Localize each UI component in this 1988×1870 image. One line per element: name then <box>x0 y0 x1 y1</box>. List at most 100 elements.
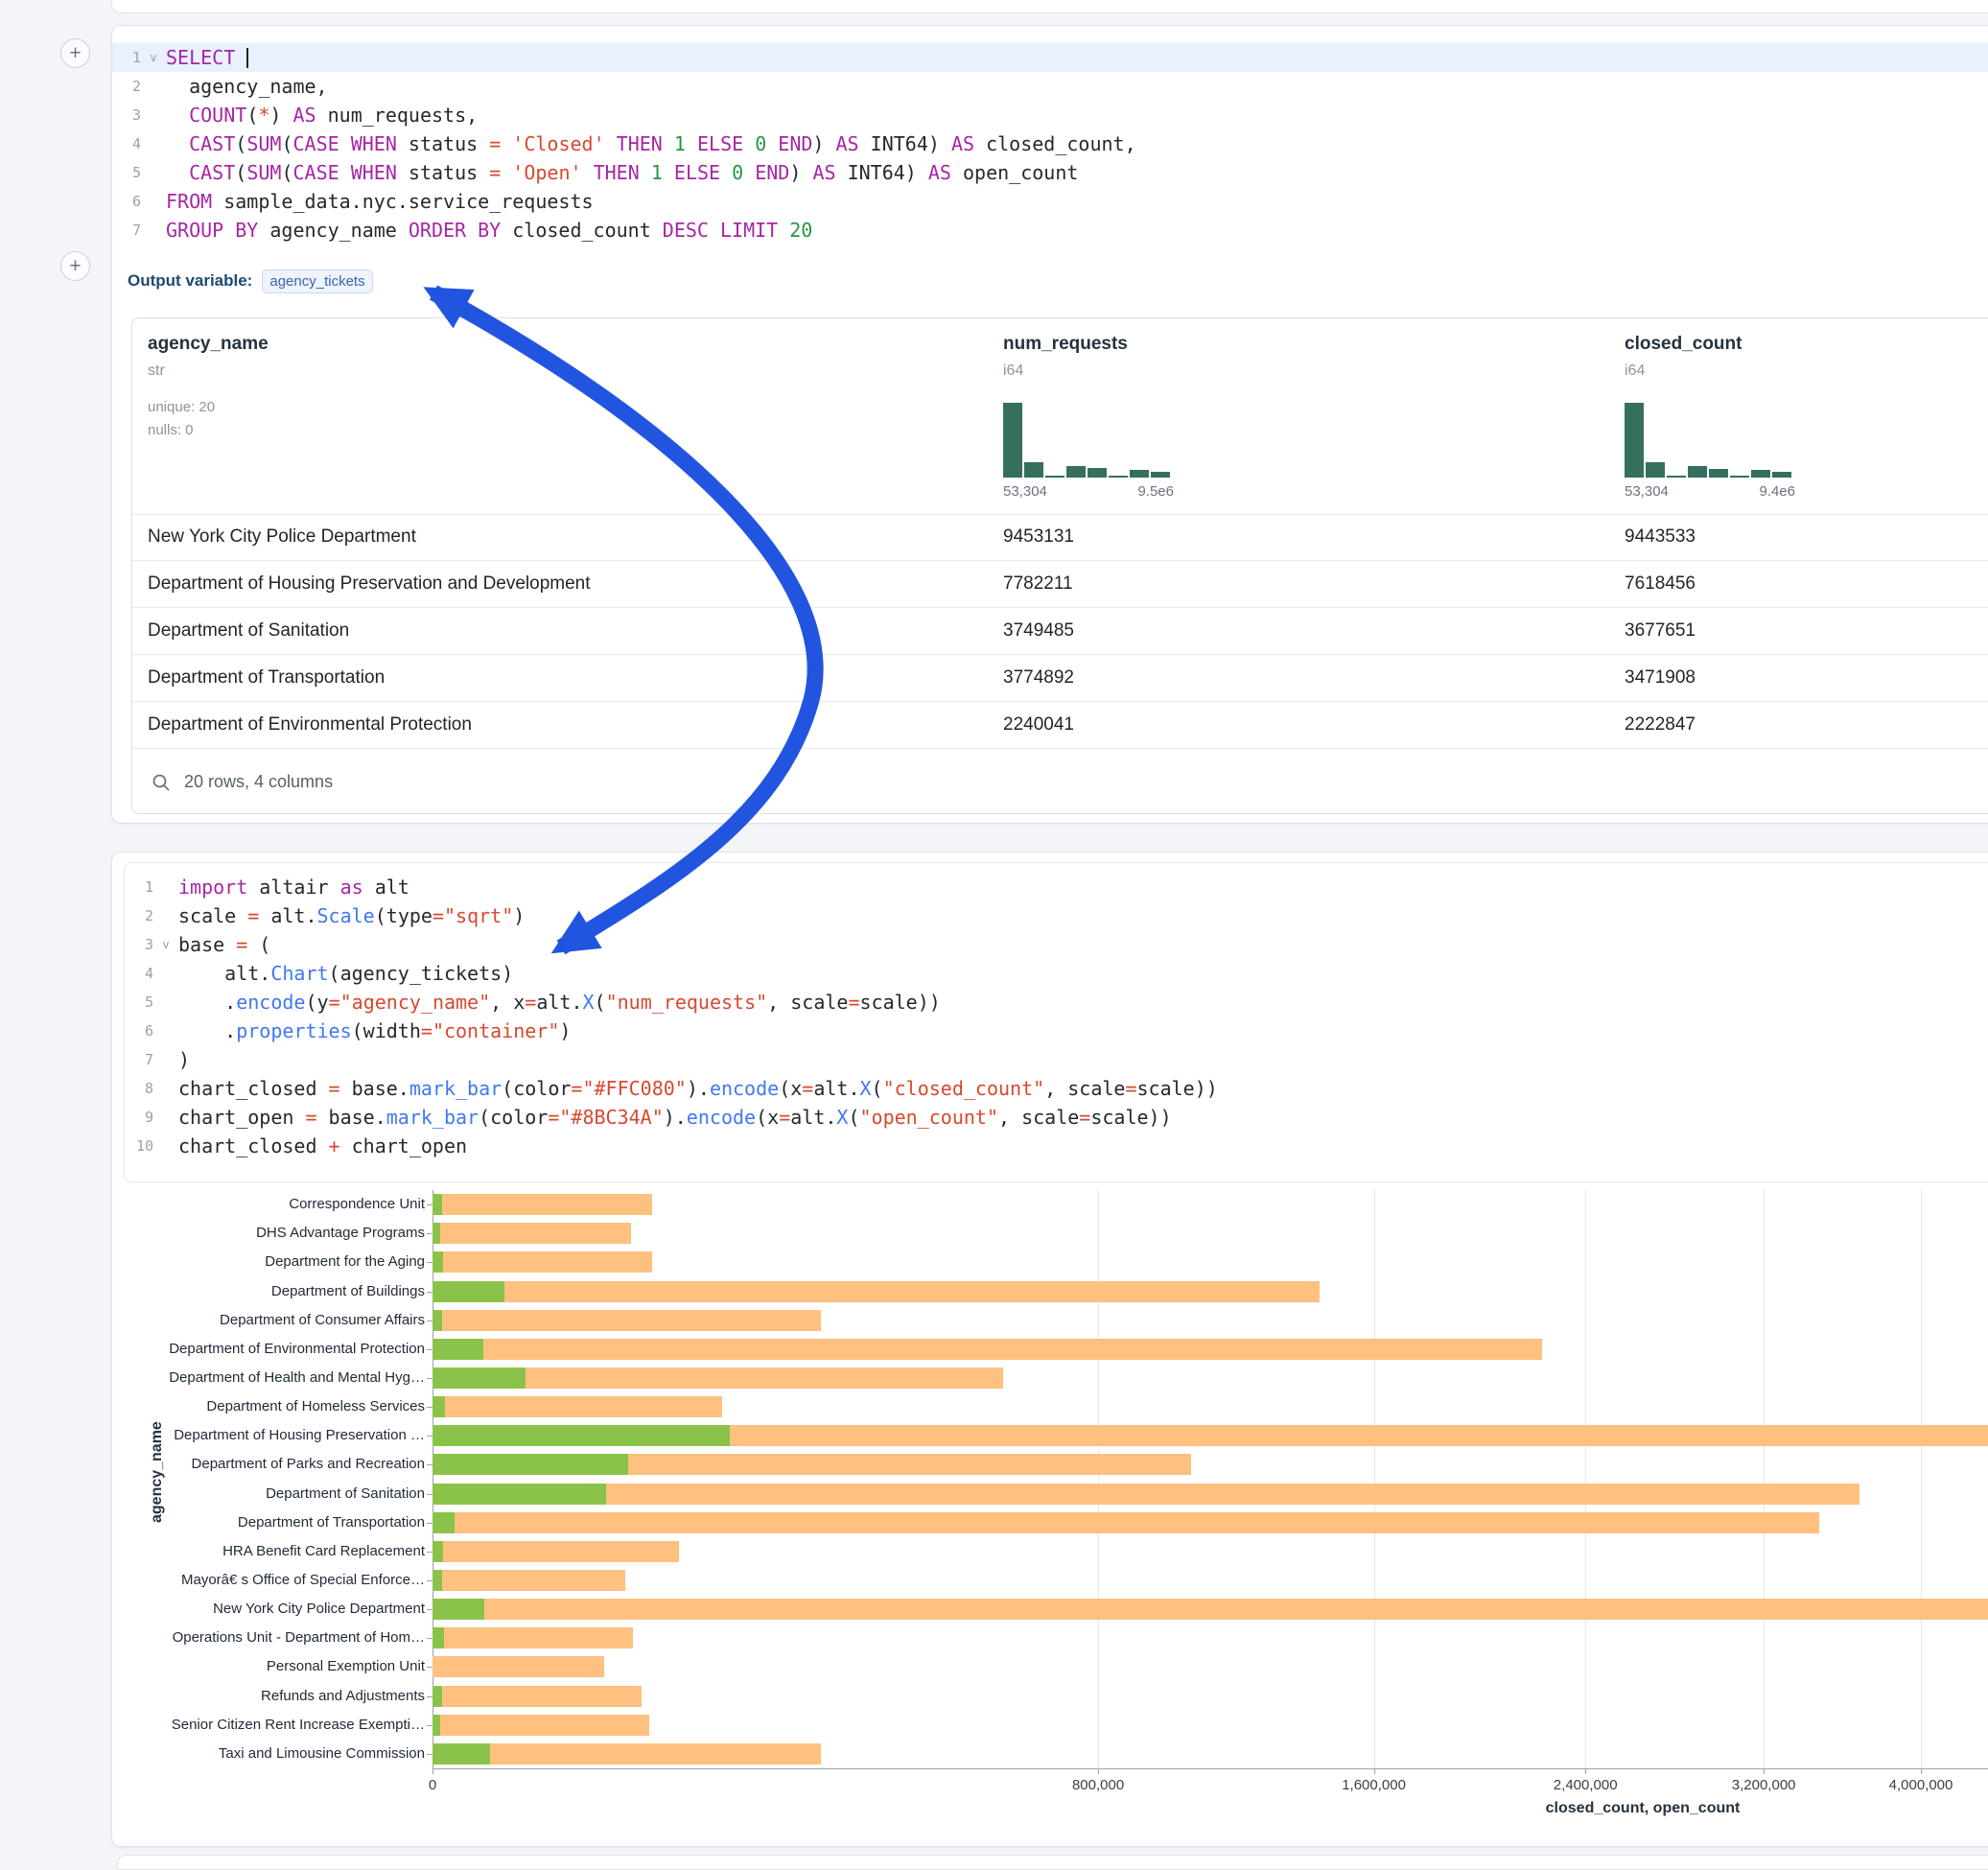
table-cell: 3677651 <box>1625 620 1696 642</box>
histogram-bar <box>1024 462 1043 478</box>
output-variable-row: Output variable: agency_tickets <box>128 268 373 294</box>
code-text: CAST(SUM(CASE WHEN status = 'Open' THEN … <box>166 158 1078 187</box>
column-name: closed_count <box>1625 334 1742 355</box>
histogram-bar <box>1003 403 1022 478</box>
fold-spacer <box>141 101 166 129</box>
table-footer: 20 rows, 4 columns <box>132 751 1988 813</box>
python-cell: 1import altair as alt2 scale = alt.Scale(… <box>111 852 1988 1847</box>
y-category-label: Department for the Aging <box>112 1253 425 1270</box>
add-cell-button[interactable]: + <box>60 251 90 281</box>
previous-cell-edge <box>111 0 1988 13</box>
bar-closed <box>433 1339 1542 1360</box>
table-cell: 3749485 <box>1003 620 1074 642</box>
bar-open <box>433 1484 606 1505</box>
fold-spacer <box>141 129 166 158</box>
code-text: scale = alt.Scale(type="sqrt") <box>178 901 525 930</box>
y-category-label: Correspondence Unit <box>112 1196 425 1212</box>
y-category-label: Department of Consumer Affairs <box>112 1312 425 1328</box>
fold-caret-icon[interactable]: v <box>141 43 166 72</box>
column-type: i64 <box>1625 362 1645 380</box>
table-header: agency_namestrunique: 20nulls: 0num_requ… <box>132 318 1988 515</box>
table-cell: 2240041 <box>1003 714 1074 736</box>
x-axis-line <box>433 1768 1988 1769</box>
table-row[interactable]: Department of Sanitation37494853677651 <box>132 608 1988 655</box>
column-meta: nulls: 0 <box>148 422 194 438</box>
bar-open <box>433 1454 628 1475</box>
line-number: 7 <box>125 1045 153 1074</box>
y-category-label: Department of Health and Mental Hyg… <box>112 1369 425 1386</box>
bar-open <box>433 1396 445 1417</box>
code-line: 3 COUNT(*) AS num_requests, <box>112 101 1988 129</box>
code-line: 1import altair as alt <box>125 873 1988 901</box>
histogram-bar <box>1667 476 1686 478</box>
histogram-bar <box>1066 466 1086 478</box>
table-row[interactable]: Department of Transportation377489234719… <box>132 655 1988 702</box>
line-number: 6 <box>112 187 141 216</box>
histogram-bar <box>1646 462 1665 478</box>
results-table: agency_namestrunique: 20nulls: 0num_requ… <box>131 317 1988 814</box>
output-variable-chip[interactable]: agency_tickets <box>262 269 372 293</box>
table-cell: 9453131 <box>1003 526 1074 548</box>
code-line: 2 scale = alt.Scale(type="sqrt") <box>125 901 1988 930</box>
bar-closed <box>433 1599 1988 1620</box>
row-count-label: 20 rows, 4 columns <box>184 772 333 792</box>
code-text: .properties(width="container") <box>178 1017 571 1045</box>
histogram-bar <box>1088 468 1107 478</box>
fold-spacer <box>153 959 178 988</box>
code-line: 3vbase = ( <box>125 930 1988 959</box>
column-histogram <box>1003 403 1174 478</box>
bar-closed <box>433 1656 604 1677</box>
histogram-bar <box>1709 469 1728 478</box>
gridline <box>1585 1190 1586 1768</box>
y-axis-title: agency_name <box>149 1421 166 1523</box>
gridline <box>1374 1190 1375 1768</box>
sql-editor[interactable]: 1vSELECT 2 agency_name,3 COUNT(*) AS num… <box>112 43 1988 245</box>
gridline <box>1764 1190 1765 1768</box>
table-row[interactable]: New York City Police Department945313194… <box>132 514 1988 561</box>
code-text: agency_name, <box>166 72 328 101</box>
bar-closed <box>433 1484 1859 1505</box>
line-number: 4 <box>125 959 153 988</box>
histogram-bar <box>1772 472 1791 478</box>
code-line: 7GROUP BY agency_name ORDER BY closed_co… <box>112 216 1988 245</box>
search-icon[interactable] <box>152 773 171 792</box>
bar-open <box>433 1310 442 1331</box>
code-text: .encode(y="agency_name", x=alt.X("num_re… <box>178 988 941 1017</box>
histogram-bar <box>1730 476 1749 478</box>
bar-closed <box>433 1715 649 1736</box>
y-category-label: Personal Exemption Unit <box>112 1658 425 1674</box>
code-text: SELECT <box>166 43 248 72</box>
table-row[interactable]: Department of Environmental Protection 22… <box>132 702 1988 749</box>
python-editor[interactable]: 1import altair as alt2 scale = alt.Scale(… <box>124 862 1988 1182</box>
line-number: 6 <box>125 1017 153 1045</box>
fold-spacer <box>141 216 166 245</box>
output-chart: 0800,0001,600,0002,400,0003,200,0004,000… <box>112 1179 1988 1840</box>
bar-closed <box>433 1743 821 1765</box>
histogram-bar <box>1109 476 1128 478</box>
x-axis-title: closed_count, open_count <box>1546 1800 1741 1817</box>
bar-closed <box>433 1251 652 1273</box>
fold-caret-icon[interactable]: v <box>153 930 178 959</box>
y-category-label: Taxi and Limousine Commission <box>112 1745 425 1762</box>
table-cell: Department of Environmental Protection <box>148 714 472 736</box>
bar-open <box>433 1627 444 1648</box>
column-name: num_requests <box>1003 334 1128 355</box>
line-number: 5 <box>112 158 141 187</box>
bar-closed <box>433 1686 642 1707</box>
bar-closed <box>433 1281 1320 1302</box>
sql-cell: 1vSELECT 2 agency_name,3 COUNT(*) AS num… <box>111 25 1988 824</box>
line-number: 2 <box>125 901 153 930</box>
histogram-range: 53,3049.5e6 <box>1003 483 1174 500</box>
line-number: 2 <box>112 72 141 101</box>
fold-spacer <box>141 187 166 216</box>
gridline <box>1098 1190 1099 1768</box>
histogram-bar <box>1151 472 1170 478</box>
code-line: 6 .properties(width="container") <box>125 1017 1988 1045</box>
add-cell-button[interactable]: + <box>60 38 90 68</box>
bar-open <box>433 1599 484 1620</box>
table-cell: 7782211 <box>1003 573 1073 595</box>
y-category-label: DHS Advantage Programs <box>112 1225 425 1241</box>
table-row[interactable]: Department of Housing Preservation and D… <box>132 561 1988 608</box>
code-line: 10chart_closed + chart_open <box>125 1132 1988 1160</box>
histogram-bar <box>1130 470 1149 478</box>
